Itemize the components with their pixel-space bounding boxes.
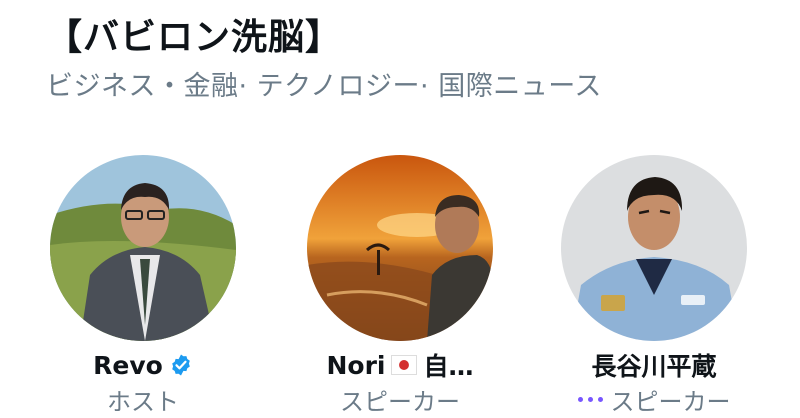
- space-title: 【バビロン洗脳】: [46, 17, 343, 58]
- speaker-name: Revo: [93, 350, 163, 380]
- japan-flag-icon: [391, 355, 418, 375]
- verified-badge-icon: [172, 354, 190, 376]
- speaker-role: ホスト: [107, 387, 179, 416]
- speaker-name-row: Nori 自…: [280, 347, 520, 383]
- speaker-role-row: スピーカー: [534, 383, 774, 416]
- avatar[interactable]: [50, 155, 236, 341]
- avatar[interactable]: [561, 155, 747, 341]
- speaker-role: スピーカー: [340, 387, 460, 416]
- speaker-role-row: ホスト: [23, 383, 263, 416]
- speaker-name-row: Revo: [23, 347, 263, 383]
- speaker-name-suffix: 自…: [423, 352, 474, 381]
- speaker-card-nori[interactable]: Nori 自… スピーカー: [280, 155, 520, 416]
- speaker-name-row: 長谷川平蔵: [534, 347, 774, 383]
- speaking-indicator-icon: [577, 396, 603, 402]
- speaker-name: 長谷川平蔵: [591, 352, 717, 381]
- speaker-role-row: スピーカー: [280, 383, 520, 416]
- speaker-card-hasegawa[interactable]: 長谷川平蔵 スピーカー: [534, 155, 774, 416]
- speaker-card-revo[interactable]: Revo ホスト: [23, 155, 263, 416]
- speaker-name: Nori: [326, 350, 386, 380]
- avatar[interactable]: [307, 155, 493, 341]
- space-topics: ビジネス・金融· テクノロジー· 国際ニュース: [46, 71, 602, 102]
- speaker-role: スピーカー: [610, 387, 731, 416]
